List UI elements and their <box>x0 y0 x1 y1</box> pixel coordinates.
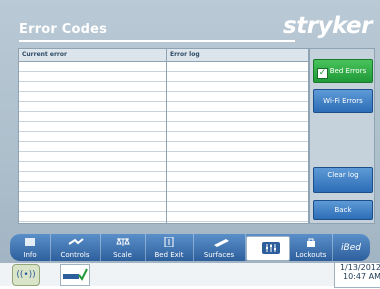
wifi-errors-button[interactable]: Wi-Fi Errors <box>313 89 373 113</box>
error-log-header: Error log <box>167 49 308 62</box>
table-row <box>19 132 166 142</box>
error-log-column: Error log <box>167 49 308 223</box>
table-row <box>19 92 166 102</box>
nav-lockouts[interactable]: Lockouts <box>290 234 333 261</box>
bed-errors-button[interactable]: ✓ Bed Errors <box>313 59 373 83</box>
table-row <box>167 202 308 212</box>
table-row <box>19 102 166 112</box>
table-row <box>19 62 166 72</box>
status-bar <box>0 263 380 286</box>
nav-surfaces-label: Surfaces <box>203 251 235 259</box>
bed-check-icon <box>60 264 90 286</box>
table-row <box>167 122 308 132</box>
nav-controls-label: Controls <box>60 251 90 259</box>
table-row <box>167 92 308 102</box>
table-row <box>167 172 308 182</box>
scale-icon <box>115 237 130 247</box>
bed-exit-icon <box>162 236 176 248</box>
nav-bed-exit-label: Bed Exit <box>154 251 184 259</box>
table-row <box>167 72 308 82</box>
bottom-navigation: Info Controls Scale Bed Exit Surfaces Lo… <box>10 234 370 261</box>
table-row <box>167 212 308 222</box>
table-row <box>167 102 308 112</box>
nav-settings[interactable] <box>246 236 290 261</box>
nav-scale[interactable]: Scale <box>100 234 146 261</box>
screen: Error Codes stryker Current error Error … <box>0 0 380 288</box>
table-row <box>19 202 166 212</box>
lock-icon <box>304 237 318 247</box>
table-row <box>19 182 166 192</box>
current-error-rows <box>19 62 166 222</box>
wifi-errors-label: Wi-Fi Errors <box>323 97 363 105</box>
nav-ibed-label: iBed <box>341 243 361 253</box>
table-row <box>167 112 308 122</box>
nav-surfaces[interactable]: Surfaces <box>193 234 246 261</box>
table-row <box>167 182 308 192</box>
nav-scale-label: Scale <box>113 251 132 259</box>
table-row <box>19 122 166 132</box>
table-row <box>19 72 166 82</box>
settings-sliders-icon <box>261 241 280 254</box>
action-panel: ✓ Bed Errors Wi-Fi Errors Clear log Back <box>309 48 375 224</box>
nav-ibed[interactable]: iBed <box>332 234 370 261</box>
wifi-icon: ((•)) <box>12 264 40 286</box>
date-time: 1/13/2012 10:47 AM <box>334 262 380 288</box>
page-title: Error Codes <box>19 22 108 37</box>
clear-log-label: Clear log <box>327 171 359 179</box>
clear-log-button[interactable]: Clear log <box>313 167 373 193</box>
nav-info-label: Info <box>23 251 37 259</box>
brand-logo: stryker <box>283 13 372 39</box>
time-label: 10:47 AM <box>343 272 380 281</box>
error-table: Current error Error log <box>18 48 309 224</box>
table-row <box>19 142 166 152</box>
surfaces-icon <box>212 237 229 247</box>
back-label: Back <box>334 206 352 214</box>
nav-bed-exit[interactable]: Bed Exit <box>145 234 194 261</box>
table-row <box>19 172 166 182</box>
error-log-rows <box>167 62 308 222</box>
table-row <box>19 162 166 172</box>
nav-info[interactable]: Info <box>10 234 51 261</box>
back-button[interactable]: Back <box>313 200 373 220</box>
title-underline <box>19 40 295 42</box>
table-row <box>19 112 166 122</box>
checkbox-checked-icon: ✓ <box>317 68 328 79</box>
table-row <box>167 142 308 152</box>
table-row <box>167 152 308 162</box>
table-row <box>167 62 308 72</box>
nav-lockouts-label: Lockouts <box>295 251 327 259</box>
nav-controls[interactable]: Controls <box>50 234 101 261</box>
table-row <box>167 132 308 142</box>
table-row <box>167 82 308 92</box>
table-row <box>167 162 308 172</box>
table-row <box>19 212 166 222</box>
date-label: 1/13/2012 <box>339 263 380 272</box>
table-row <box>167 192 308 202</box>
table-row <box>19 82 166 92</box>
info-bed-icon <box>23 237 37 247</box>
current-error-column: Current error <box>19 49 167 223</box>
table-row <box>19 152 166 162</box>
current-error-header: Current error <box>19 49 166 62</box>
table-row <box>19 192 166 202</box>
controls-bed-icon <box>68 237 84 247</box>
